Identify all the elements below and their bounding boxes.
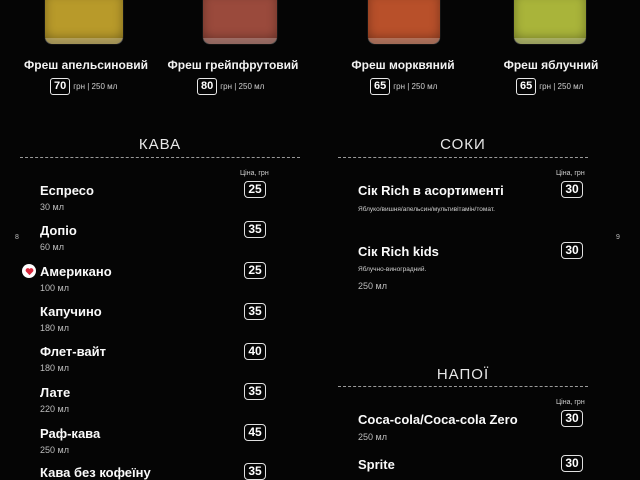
item-volume: 220 мл <box>40 404 69 414</box>
juice-name-carrot: Фреш морквяний <box>351 58 455 72</box>
item-price: 35 <box>244 221 266 238</box>
item-description: Яблучно-виноградний. <box>358 266 427 273</box>
section-divider-drinks <box>338 386 588 387</box>
price-badge: 70 <box>50 78 71 95</box>
price-badge: 65 <box>516 78 537 95</box>
juice-unit: грн | 250 мл <box>220 82 265 91</box>
item-name: Допіо <box>40 223 77 238</box>
item-name: Кава без кофеїну <box>40 465 151 480</box>
price-column-header: Ціна, грн <box>240 170 269 177</box>
item-volume: 180 мл <box>40 323 69 333</box>
juice-unit: грн | 250 мл <box>73 82 118 91</box>
page-number-right: 9 <box>616 234 620 241</box>
item-name: Сік Rich в асортименті <box>358 183 504 198</box>
item-name: Лате <box>40 385 71 400</box>
price-column-header: Ціна, грн <box>556 399 585 406</box>
item-price: 30 <box>561 242 583 259</box>
item-volume: 250 мл <box>358 281 387 291</box>
juice-unit: грн | 250 мл <box>539 82 584 91</box>
juice-price-apple: 65 грн | 250 мл <box>516 78 583 95</box>
item-name: Sprite <box>358 457 395 472</box>
section-divider-juices <box>338 157 588 158</box>
item-price: 30 <box>561 455 583 472</box>
juice-name-apple: Фреш яблучний <box>503 58 599 72</box>
item-name: Флет-вайт <box>40 344 107 359</box>
juice-glass-grapefruit <box>203 0 277 44</box>
section-divider-coffee <box>20 157 300 158</box>
juice-name-orange: Фреш апельсиновий <box>24 58 148 72</box>
item-volume: 30 мл <box>40 202 64 212</box>
price-column-header: Ціна, грн <box>556 170 585 177</box>
item-volume: 180 мл <box>40 363 69 373</box>
item-price: 30 <box>561 410 583 427</box>
item-volume: 60 мл <box>40 242 64 252</box>
item-volume: 250 мл <box>40 445 69 455</box>
item-name: Капучино <box>40 304 102 319</box>
item-price: 45 <box>244 424 266 441</box>
item-name: Еспресо <box>40 183 94 198</box>
item-name: Coca-cola/Coca-cola Zero <box>358 412 518 427</box>
juice-glass-carrot <box>368 0 440 44</box>
item-price: 35 <box>244 383 266 400</box>
item-name: Американо <box>40 264 112 279</box>
price-badge: 80 <box>197 78 218 95</box>
item-volume: 250 мл <box>358 432 387 442</box>
section-title-juices: СОКИ <box>440 136 486 153</box>
heart-icon <box>22 264 36 278</box>
section-title-coffee: КАВА <box>138 136 182 153</box>
juice-price-orange: 70 грн | 250 мл <box>50 78 117 95</box>
item-price: 25 <box>244 262 266 279</box>
item-price: 30 <box>561 181 583 198</box>
item-price: 35 <box>244 303 266 320</box>
item-price: 25 <box>244 181 266 198</box>
page-number-left: 8 <box>15 234 19 241</box>
juice-glass-orange <box>45 0 123 44</box>
price-badge: 65 <box>370 78 391 95</box>
item-price: 40 <box>244 343 266 360</box>
juice-price-grapefruit: 80 грн | 250 мл <box>197 78 264 95</box>
section-title-drinks: НАПОЇ <box>436 366 490 383</box>
item-price: 35 <box>244 463 266 480</box>
item-name: Раф-кава <box>40 426 101 441</box>
item-name: Сік Rich kids <box>358 244 439 259</box>
juice-price-carrot: 65 грн | 250 мл <box>370 78 437 95</box>
juice-unit: грн | 250 мл <box>393 82 438 91</box>
juice-name-grapefruit: Фреш грейпфрутовий <box>167 58 299 72</box>
item-description: Яблуко/вишня/апельсин/мультивітамін/тома… <box>358 206 495 213</box>
item-volume: 100 мл <box>40 283 69 293</box>
juice-glass-apple <box>514 0 586 44</box>
